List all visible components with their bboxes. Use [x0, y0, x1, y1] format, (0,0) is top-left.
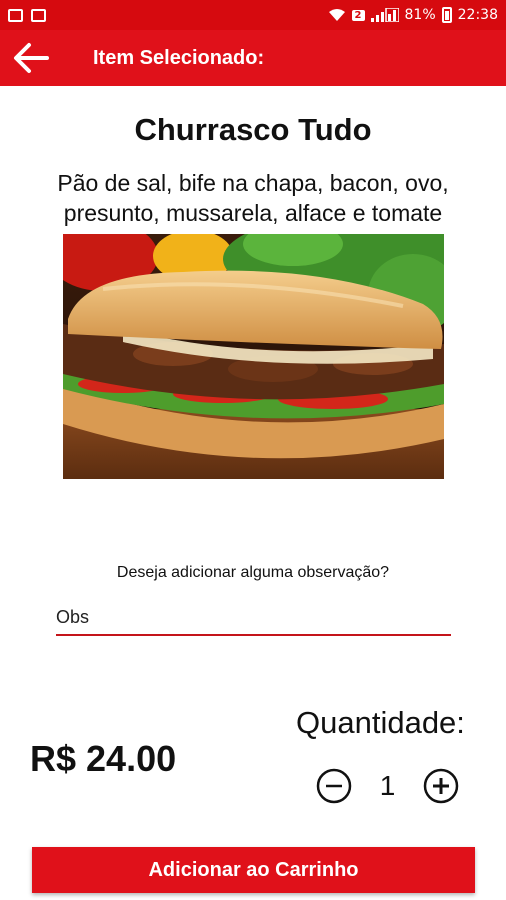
- quantity-stepper: 1: [315, 766, 460, 806]
- increase-quantity-button[interactable]: [422, 767, 460, 805]
- item-description: Pão de sal, bife na chapa, bacon, ovo, p…: [57, 170, 449, 226]
- quantity-value: 1: [379, 770, 396, 801]
- app-bar: Item Selecionado:: [0, 30, 506, 86]
- battery-icon: [441, 7, 452, 23]
- battery-percent: 81%: [404, 7, 436, 23]
- plus-circle-icon: [423, 768, 459, 804]
- app-notification-icon: [31, 8, 46, 22]
- observation-question: Deseja adicionar alguma observação?: [116, 564, 390, 581]
- clock: 22:38: [457, 7, 498, 23]
- back-button[interactable]: [0, 30, 60, 86]
- add-to-cart-button[interactable]: Adicionar ao Carrinho: [32, 847, 475, 893]
- status-bar: 2 81% 22:38: [0, 0, 506, 30]
- item-name: Churrasco Tudo: [134, 112, 372, 147]
- item-image: [63, 234, 444, 479]
- quantity-label: Quantidade:: [296, 705, 465, 740]
- notification-icons: [8, 8, 46, 22]
- minus-circle-icon: [316, 768, 352, 804]
- decrease-quantity-button[interactable]: [315, 767, 353, 805]
- system-status: 2 81% 22:38: [328, 7, 498, 23]
- arrow-left-icon: [14, 43, 49, 73]
- wifi-icon: [328, 9, 345, 21]
- sim-badge: 2: [351, 9, 365, 21]
- screen-title: Item Selecionado:: [93, 46, 265, 69]
- gallery-notification-icon: [8, 8, 23, 22]
- signal-icon: [370, 8, 399, 22]
- item-price: R$ 24.00: [30, 738, 177, 779]
- observation-input[interactable]: [56, 600, 451, 636]
